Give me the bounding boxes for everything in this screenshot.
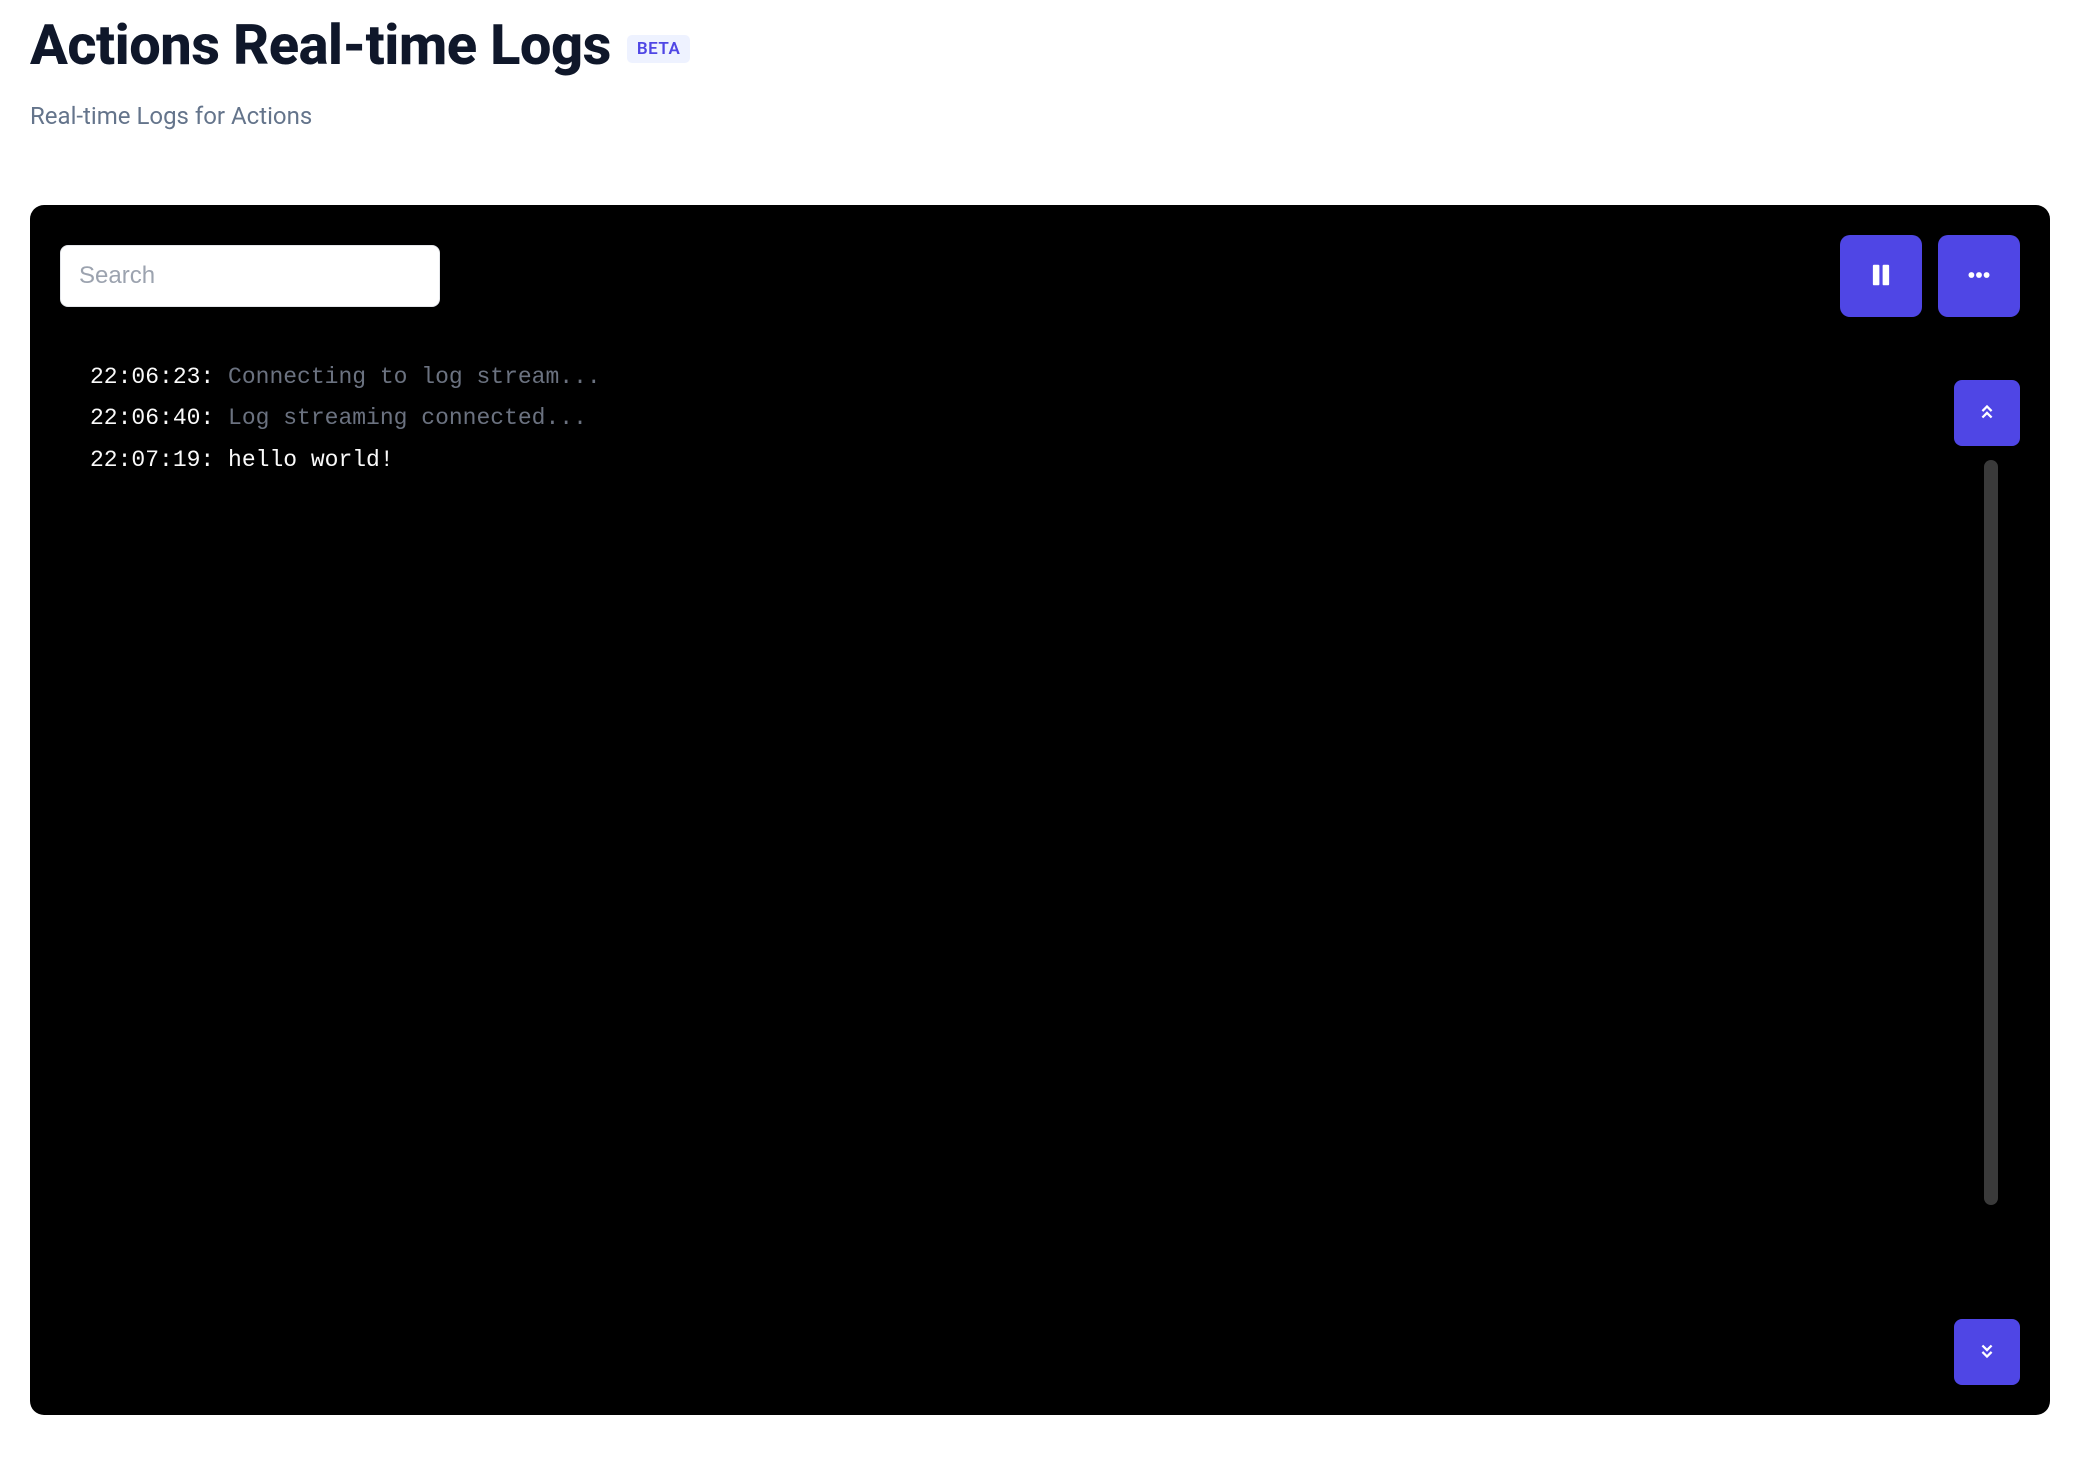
chevrons-up-icon — [1976, 401, 1998, 426]
log-separator: : — [200, 447, 228, 473]
more-horizontal-icon — [1966, 262, 1992, 291]
log-separator: : — [200, 364, 228, 390]
more-options-button[interactable] — [1938, 235, 2020, 317]
log-message: hello world! — [228, 447, 394, 473]
log-separator: : — [200, 405, 228, 431]
log-message: Log streaming connected... — [228, 405, 587, 431]
log-line: 22:06:23: Connecting to log stream... — [90, 357, 2020, 398]
pause-icon — [1868, 262, 1894, 291]
log-line: 22:07:19: hello world! — [90, 440, 2020, 481]
console-toolbar — [60, 235, 2020, 317]
page-title: Actions Real-time Logs — [30, 12, 611, 78]
scroll-to-bottom-button[interactable] — [1954, 1319, 2020, 1385]
log-timestamp: 22:06:40 — [90, 405, 200, 431]
pause-button[interactable] — [1840, 235, 1922, 317]
chevrons-down-icon — [1976, 1340, 1998, 1365]
log-line: 22:06:40: Log streaming connected... — [90, 398, 2020, 439]
log-console-panel: 22:06:23: Connecting to log stream...22:… — [30, 205, 2050, 1415]
search-input[interactable] — [60, 245, 440, 307]
log-message: Connecting to log stream... — [228, 364, 601, 390]
beta-badge: BETA — [627, 35, 691, 63]
log-timestamp: 22:06:23 — [90, 364, 200, 390]
page-subtitle: Real-time Logs for Actions — [30, 102, 2050, 130]
scrollbar[interactable] — [1984, 460, 1998, 1205]
log-timestamp: 22:07:19 — [90, 447, 200, 473]
page-header: Actions Real-time Logs BETA — [30, 12, 2050, 78]
scroll-to-top-button[interactable] — [1954, 380, 2020, 446]
log-output: 22:06:23: Connecting to log stream...22:… — [60, 357, 2020, 481]
toolbar-right — [1840, 235, 2020, 317]
